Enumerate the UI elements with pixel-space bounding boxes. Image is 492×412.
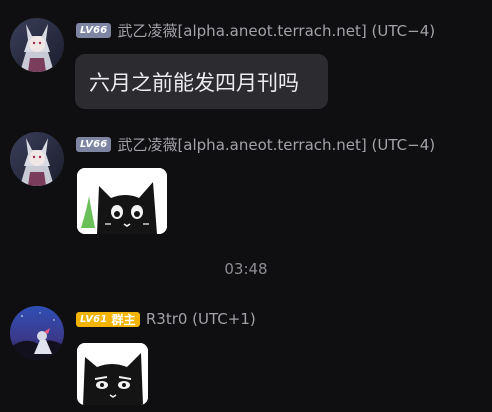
message-bubble[interactable]: 六月之前能发四月刊吗 xyxy=(75,54,328,109)
message-header: LV66 武乙凌薇[alpha.aneot.terrach.net] (UTC−… xyxy=(76,20,435,40)
sender-name[interactable]: 武乙凌薇[alpha.aneot.terrach.net] (UTC−4) xyxy=(117,20,435,41)
sender-name[interactable]: R3tr0 (UTC+1) xyxy=(146,310,256,328)
level-badge: LV66 xyxy=(76,136,112,152)
avatar[interactable] xyxy=(10,132,64,186)
avatar[interactable] xyxy=(10,306,64,360)
message-header: LV66 武乙凌薇[alpha.aneot.terrach.net] (UTC−… xyxy=(76,134,435,154)
black-cat-glaring-sticker[interactable] xyxy=(77,343,148,405)
black-cat-sticker[interactable] xyxy=(77,168,167,234)
avatar[interactable] xyxy=(10,18,64,72)
level-badge: LV61 群主 xyxy=(76,311,140,327)
timestamp: 03:48 xyxy=(224,260,268,278)
role-badge: 群主 xyxy=(111,312,136,327)
sender-name[interactable]: 武乙凌薇[alpha.aneot.terrach.net] (UTC−4) xyxy=(117,134,435,155)
message-text: 六月之前能发四月刊吗 xyxy=(89,70,299,95)
level-badge: LV66 xyxy=(76,22,112,38)
message-header: LV61 群主 R3tr0 (UTC+1) xyxy=(76,309,256,329)
level-text: LV61 xyxy=(80,313,108,325)
